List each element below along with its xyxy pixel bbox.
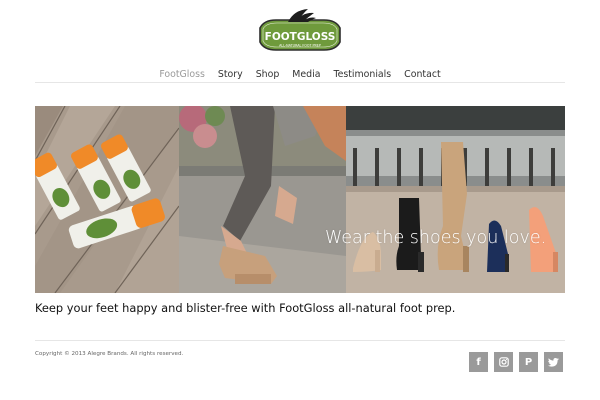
- hero-panel-footgloss-sticks: [35, 106, 180, 293]
- nav-item-contact[interactable]: Contact: [404, 69, 440, 80]
- twitter-icon: [548, 357, 559, 367]
- hero-banner[interactable]: Wear the shoes you love.: [35, 106, 565, 293]
- facebook-button[interactable]: f: [469, 352, 488, 372]
- instagram-icon: [498, 357, 509, 367]
- pinterest-icon: P: [524, 356, 533, 368]
- nav-item-footgloss[interactable]: FootGloss: [159, 69, 205, 80]
- instagram-button[interactable]: [494, 352, 513, 372]
- logo-subtitle: ALL-NATURAL FOOT PREP: [279, 44, 321, 48]
- nav-item-story[interactable]: Story: [218, 69, 243, 80]
- nav-item-media[interactable]: Media: [292, 69, 320, 80]
- pinterest-button[interactable]: P: [519, 352, 538, 372]
- footgloss-logo[interactable]: FOOTGLOSS ALL-NATURAL FOOT PREP: [250, 6, 350, 56]
- main-nav: FootGloss Story Shop Media Testimonials …: [0, 66, 600, 82]
- copyright-text: Copyright © 2013 Alegre Brands. All righ…: [35, 351, 184, 357]
- hero-caption: Wear the shoes you love.: [325, 228, 547, 248]
- social-links: f P: [469, 352, 563, 372]
- hero-panel-shoe-lineup: [346, 106, 565, 293]
- footer-divider: [35, 340, 565, 341]
- nav-divider: [35, 82, 565, 83]
- nav-item-shop[interactable]: Shop: [256, 69, 280, 80]
- twitter-button[interactable]: [544, 352, 563, 372]
- facebook-icon: f: [476, 356, 481, 368]
- hero-panel-woman-sandal: [179, 106, 346, 293]
- logo-wordmark: FOOTGLOSS: [265, 31, 336, 43]
- nav-item-testimonials[interactable]: Testimonials: [333, 69, 391, 80]
- tagline: Keep your feet happy and blister-free wi…: [35, 301, 456, 315]
